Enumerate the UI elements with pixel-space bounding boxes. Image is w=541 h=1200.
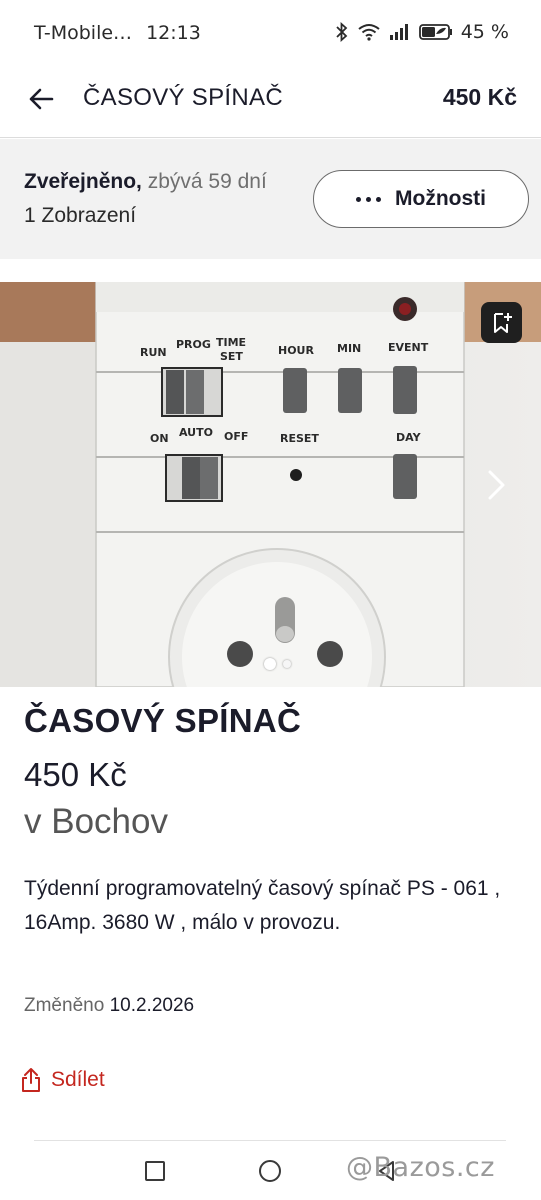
photo-label-reset: RESET	[280, 432, 319, 445]
next-image-chevron-icon[interactable]	[484, 468, 508, 502]
changed-label: Změněno	[24, 995, 105, 1016]
photo-label-min: MIN	[337, 342, 361, 355]
options-button-label: Možnosti	[395, 187, 486, 210]
home-icon[interactable]	[259, 1160, 281, 1182]
photo-label-auto: AUTO	[179, 426, 213, 439]
photo-label-on: ON	[150, 432, 169, 445]
views-count: 1 Zobrazení	[24, 204, 137, 227]
published-label: Zveřejněno,	[24, 170, 142, 193]
listing-price: 450 Kč	[24, 756, 127, 793]
listing-title: ČASOVÝ SPÍNAČ	[24, 702, 302, 739]
recent-apps-icon[interactable]	[145, 1161, 165, 1181]
signal-icon	[389, 24, 408, 40]
share-button[interactable]: Sdílet	[20, 1067, 105, 1093]
bookmark-add-icon	[493, 312, 512, 333]
source-watermark: @Bazos.cz	[346, 1152, 495, 1183]
share-icon	[22, 1068, 40, 1092]
app-bar: ČASOVÝ SPÍNAČ 450 Kč	[0, 66, 541, 138]
app-bar-title: ČASOVÝ SPÍNAČ	[83, 84, 283, 111]
back-arrow-icon[interactable]	[26, 84, 56, 114]
divider	[34, 1140, 506, 1141]
photo-label-set: SET	[220, 350, 243, 363]
remaining-days: zbývá 59 dní	[147, 170, 267, 193]
photo-label-prog: PROG	[176, 338, 211, 351]
photo-label-time: TIME	[216, 336, 246, 349]
changed-date: Změněno 10.2.2026	[24, 995, 194, 1017]
options-button[interactable]: Možnosti	[313, 170, 529, 228]
pager-dot-active[interactable]	[264, 658, 276, 670]
publish-status: Zveřejněno, zbývá 59 dní	[24, 170, 267, 194]
listing-location: v Bochov	[24, 802, 168, 841]
clock: 12:13	[146, 22, 201, 44]
carrier-label: T-Mobile…	[34, 22, 133, 44]
image-gallery[interactable]: RUN PROG TIME SET HOUR MIN EVENT ON AUTO…	[0, 282, 541, 687]
battery-icon	[418, 24, 452, 40]
product-photo: RUN PROG TIME SET HOUR MIN EVENT ON AUTO…	[0, 282, 541, 687]
bluetooth-icon	[336, 22, 348, 42]
listing-description: Týdenní programovatelný časový spínač PS…	[24, 877, 501, 934]
photo-label-off: OFF	[224, 430, 248, 443]
bookmark-button[interactable]	[481, 302, 522, 343]
status-bar: T-Mobile… 12:13 45 %	[0, 0, 541, 66]
photo-label-run: RUN	[140, 346, 167, 359]
photo-label-event: EVENT	[388, 341, 429, 354]
more-dots-icon	[356, 196, 381, 202]
app-bar-price: 450 Kč	[442, 84, 517, 110]
gallery-pager[interactable]	[264, 658, 291, 670]
photo-label-hour: HOUR	[278, 344, 314, 357]
photo-label-day: DAY	[396, 431, 422, 444]
battery-level: 45 %	[460, 21, 509, 43]
wifi-icon	[358, 24, 380, 41]
changed-date-value: 10.2.2026	[109, 995, 195, 1016]
share-label: Sdílet	[51, 1068, 105, 1091]
pager-dot[interactable]	[283, 660, 291, 668]
